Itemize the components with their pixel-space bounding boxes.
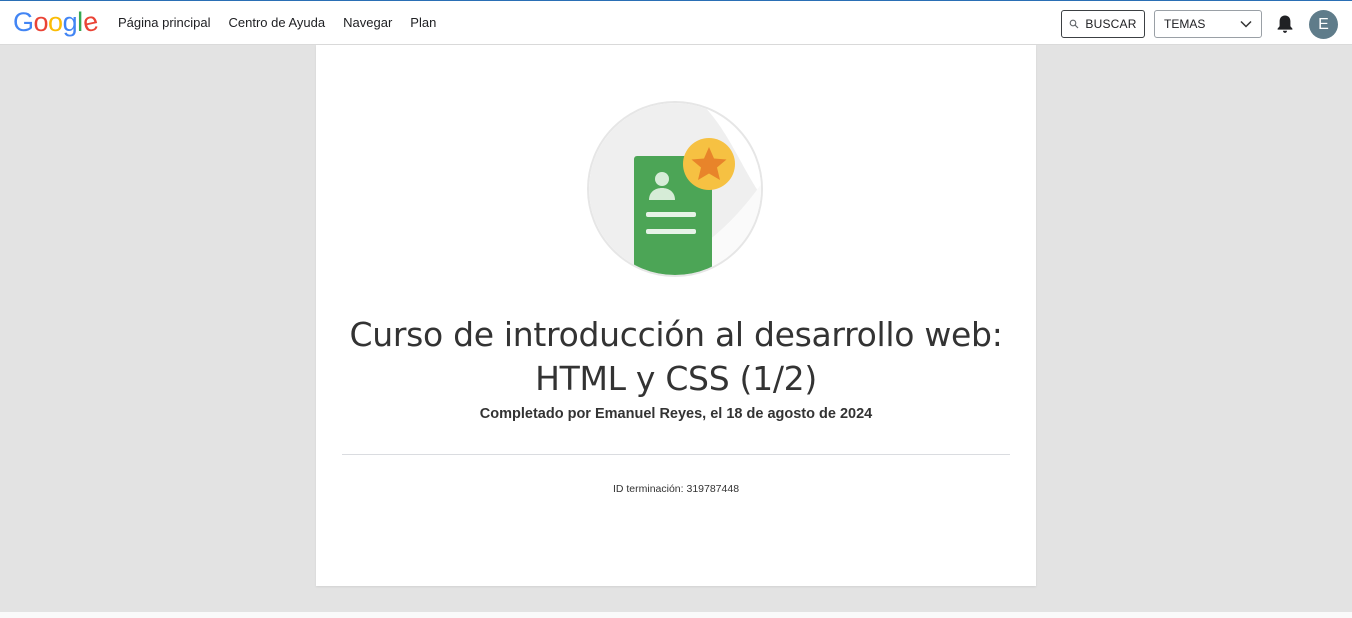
topics-label: TEMAS [1164,17,1206,31]
completion-id: ID terminación: 319787448 [612,483,740,495]
logo-letter: o [48,7,63,37]
certificate-card: Curso de introducción al desarrollo web:… [316,45,1036,586]
footer-strip [0,612,1352,618]
topics-dropdown[interactable]: TEMAS [1154,10,1262,38]
bell-icon[interactable] [1276,14,1294,34]
main-nav: Página principal Centro de Ayuda Navegar… [118,1,454,45]
certificate-badge-icon [587,101,763,277]
nav-help-center[interactable]: Centro de Ayuda [229,1,326,45]
course-title: Curso de introducción al desarrollo web:… [349,315,1003,398]
search-label: BUSCAR [1085,17,1137,31]
divider [342,454,1010,455]
logo-letter: o [33,7,49,37]
logo-letter: e [79,5,101,39]
nav-home[interactable]: Página principal [118,1,211,45]
search-icon [1070,19,1079,29]
completion-text: Completado por Emanuel Reyes, el 18 de a… [479,406,873,422]
avatar[interactable]: E [1309,10,1338,39]
google-logo[interactable]: Google [13,5,101,39]
top-bar: Google Página principal Centro de Ayuda … [0,0,1352,45]
search-button[interactable]: BUSCAR [1061,10,1145,38]
chevron-down-icon [1240,20,1252,28]
nav-browse[interactable]: Navegar [343,1,392,45]
logo-letter: G [13,7,34,37]
logo-letter: g [62,7,78,37]
nav-plan[interactable]: Plan [410,1,436,45]
